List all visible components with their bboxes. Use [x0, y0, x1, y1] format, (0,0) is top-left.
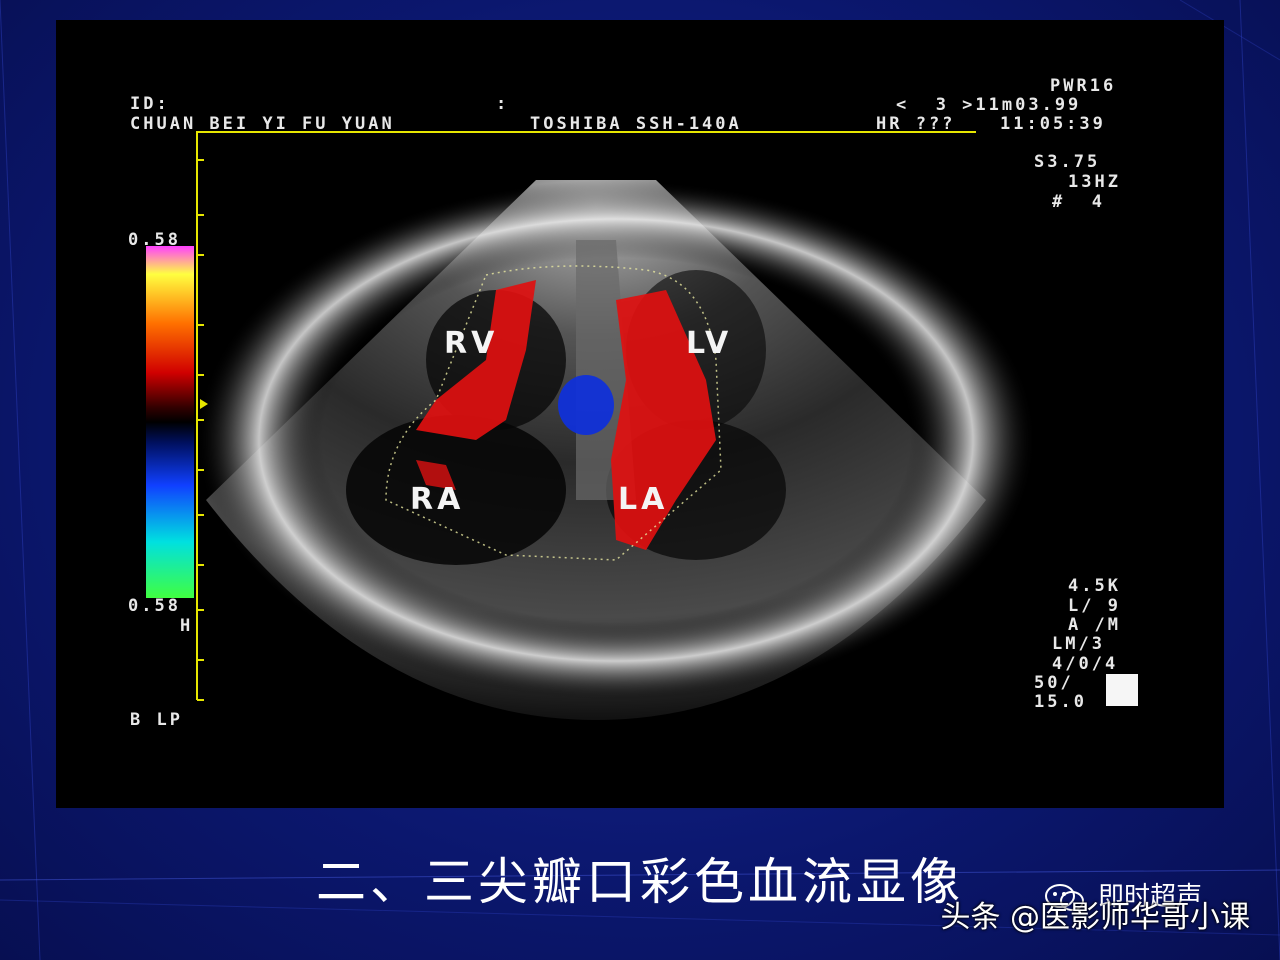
- ultrasound-image: ID: : CHUAN BEI YI FU YUAN TOSHIBA SSH-1…: [56, 20, 1224, 808]
- power-level: PWR16: [1050, 76, 1117, 96]
- param-line-1: 4.5K: [1068, 576, 1121, 596]
- label-ra: RA: [410, 482, 465, 517]
- frame-rate: 13HZ: [1068, 172, 1121, 192]
- frame-info: < 3 >11m03.99: [896, 95, 1082, 115]
- param-line-2: L/ 9: [1068, 596, 1121, 616]
- flow-blue: [558, 375, 614, 435]
- scale-bottom-value: 0.58: [128, 596, 181, 616]
- clock-time: 11:05:39: [1000, 114, 1106, 134]
- mode-label: B LP: [130, 710, 183, 730]
- scale-top-value: 0.58: [128, 230, 181, 250]
- param-line-7: 15.0: [1034, 692, 1087, 712]
- param-line-4: LM/3: [1052, 634, 1105, 654]
- hospital-name: CHUAN BEI YI FU YUAN: [130, 114, 395, 134]
- param-line-3: A /M: [1068, 615, 1121, 635]
- id-colon: :: [496, 94, 510, 114]
- label-la: LA: [618, 482, 669, 517]
- id-label: ID:: [130, 94, 170, 114]
- gray-scale-box: [1106, 674, 1138, 706]
- machine-name: TOSHIBA SSH-140A: [530, 114, 742, 134]
- label-rv: RV: [444, 326, 499, 361]
- scale-h-label: H: [180, 616, 194, 636]
- color-velocity-bar: [146, 246, 194, 598]
- preset-number: # 4: [1052, 192, 1105, 212]
- scan-setting: S3.75: [1034, 152, 1101, 172]
- param-line-6: 50/: [1034, 673, 1074, 693]
- label-lv: LV: [686, 326, 733, 361]
- heart-rate: HR ???: [876, 114, 956, 134]
- param-line-5: 4/0/4: [1052, 654, 1119, 674]
- watermark: 头条 @医影师华哥小课: [940, 900, 1250, 935]
